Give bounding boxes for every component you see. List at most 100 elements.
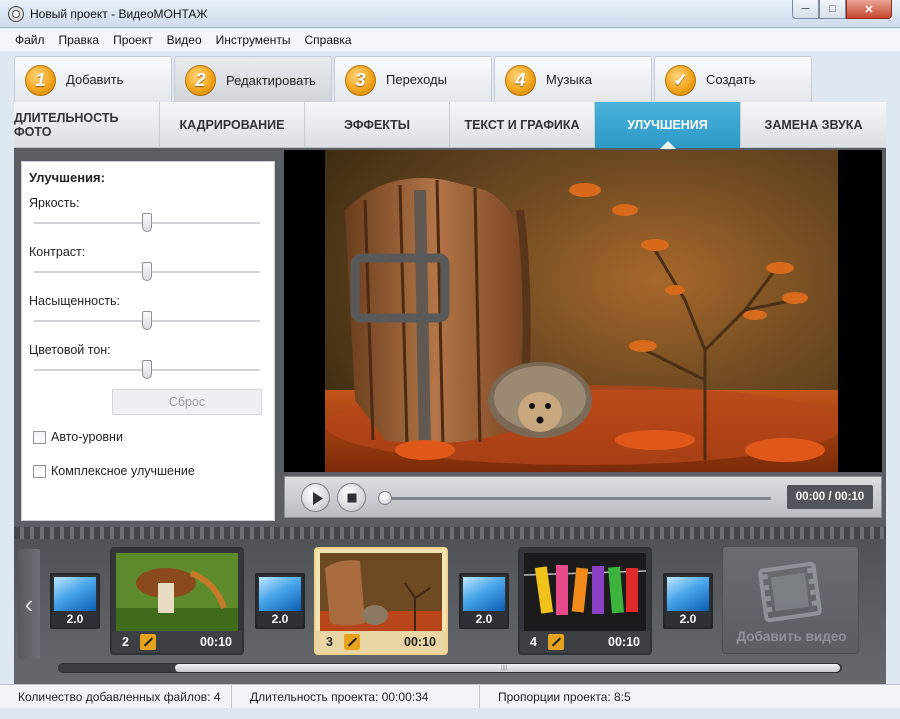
- transition-thumbnail: [463, 577, 505, 611]
- scroll-left-button[interactable]: ‹: [18, 549, 40, 659]
- step-add[interactable]: 1 Добавить: [14, 56, 172, 102]
- step-tabs: 1 Добавить 2 Редактировать 3 Переходы 4 …: [14, 56, 814, 104]
- progress-bar[interactable]: [385, 497, 771, 500]
- stop-button[interactable]: [337, 483, 366, 512]
- brightness-label: Яркость:: [29, 196, 80, 210]
- player-controls: 00:00 / 00:10: [284, 476, 882, 518]
- menu-tools[interactable]: Инструменты: [209, 33, 298, 47]
- clip-item[interactable]: 2 00:10: [110, 547, 244, 655]
- tab-enhancements[interactable]: УЛУЧШЕНИЯ: [595, 102, 741, 149]
- saturation-label: Насыщенность:: [29, 294, 121, 308]
- complex-enhance-checkbox[interactable]: [33, 465, 46, 478]
- add-video-label: Добавить видео: [736, 629, 847, 644]
- step-music[interactable]: 4 Музыка: [494, 56, 652, 102]
- progress-knob[interactable]: [378, 491, 392, 505]
- step-number-badge: 1: [25, 65, 56, 96]
- scrollbar-thumb[interactable]: ||||: [175, 664, 840, 672]
- enhancements-panel: Улучшения: Яркость: Контраст: Насыщеннос…: [21, 161, 275, 521]
- step-edit[interactable]: 2 Редактировать: [174, 56, 332, 104]
- title-bar: Новый проект - ВидеоМОНТАЖ ─ □ ✕: [0, 0, 900, 28]
- minimize-button[interactable]: ─: [792, 0, 819, 19]
- step-transitions[interactable]: 3 Переходы: [334, 56, 492, 102]
- timecode: 00:00 / 00:10: [787, 485, 873, 509]
- contrast-slider-thumb[interactable]: [142, 262, 152, 281]
- step-create[interactable]: ✓ Создать: [654, 56, 812, 102]
- transition-item[interactable]: 2.0: [663, 573, 713, 629]
- clip-item-selected[interactable]: 3 00:10: [314, 547, 448, 655]
- status-file-count: Количество добавленных файлов: 4: [0, 684, 232, 709]
- tab-photo-duration[interactable]: ДЛИТЕЛЬНОСТЬ ФОТО: [14, 102, 160, 148]
- transition-duration: 2.0: [679, 612, 697, 626]
- clip-duration: 00:10: [200, 635, 232, 649]
- auto-levels-label[interactable]: Авто-уровни: [51, 430, 123, 444]
- edit-subtabs: ДЛИТЕЛЬНОСТЬ ФОТО КАДРИРОВАНИЕ ЭФФЕКТЫ Т…: [14, 102, 886, 149]
- editor-area: ДЛИТЕЛЬНОСТЬ ФОТО КАДРИРОВАНИЕ ЭФФЕКТЫ Т…: [14, 102, 886, 684]
- tab-crop[interactable]: КАДРИРОВАНИЕ: [160, 102, 305, 148]
- chevron-left-icon: ‹: [24, 588, 34, 619]
- transition-thumbnail: [259, 577, 301, 611]
- tab-effects[interactable]: ЭФФЕКТЫ: [305, 102, 450, 148]
- grip-icon: ||||: [501, 665, 508, 671]
- transition-thumbnail: [54, 577, 96, 611]
- transition-item[interactable]: 2.0: [255, 573, 305, 629]
- saturation-slider-thumb[interactable]: [142, 311, 152, 330]
- menu-bar: Файл Правка Проект Видео Инструменты Спр…: [0, 29, 900, 51]
- video-preview: [284, 150, 882, 472]
- maximize-button[interactable]: □: [819, 0, 846, 19]
- status-project-duration: Длительность проекта: 00:00:34: [232, 684, 480, 709]
- film-strip-edge: [14, 527, 886, 539]
- play-button[interactable]: [301, 483, 330, 512]
- pencil-icon[interactable]: [344, 634, 360, 650]
- menu-video[interactable]: Видео: [160, 33, 209, 47]
- checkmark-icon: ✓: [665, 65, 696, 96]
- step-number-badge: 2: [185, 65, 216, 96]
- step-label: Добавить: [66, 72, 124, 87]
- clip-duration: 00:10: [404, 635, 436, 649]
- pencil-icon[interactable]: [140, 634, 156, 650]
- close-button[interactable]: ✕: [846, 0, 892, 19]
- clip-number: 2: [122, 635, 129, 649]
- contrast-label: Контраст:: [29, 245, 86, 259]
- hue-slider-thumb[interactable]: [142, 360, 152, 379]
- film-icon: [758, 561, 822, 623]
- menu-file[interactable]: Файл: [8, 33, 52, 47]
- status-bar: Количество добавленных файлов: 4 Длитель…: [0, 684, 900, 709]
- transition-duration: 2.0: [271, 612, 289, 626]
- step-label: Музыка: [546, 72, 592, 87]
- transition-item[interactable]: 2.0: [50, 573, 100, 629]
- reset-button[interactable]: Сброс: [112, 389, 262, 415]
- clip-number: 3: [326, 635, 333, 649]
- menu-help[interactable]: Справка: [297, 33, 358, 47]
- step-label: Переходы: [386, 72, 447, 87]
- step-number-badge: 3: [345, 65, 376, 96]
- brightness-slider-thumb[interactable]: [142, 213, 152, 232]
- play-icon: [313, 492, 323, 505]
- tab-text-graphics[interactable]: ТЕКСТ И ГРАФИКА: [450, 102, 595, 148]
- clip-item[interactable]: 4 00:10: [518, 547, 652, 655]
- clip-thumbnail: [320, 553, 442, 633]
- transition-item[interactable]: 2.0: [459, 573, 509, 629]
- window-bottom-edge: [0, 708, 900, 719]
- timeline-scrollbar[interactable]: ||||: [58, 663, 842, 673]
- step-number-badge: 4: [505, 65, 536, 96]
- preview-image: [325, 150, 838, 472]
- step-label: Создать: [706, 72, 756, 87]
- app-icon: [8, 6, 24, 22]
- add-video-button[interactable]: Добавить видео: [722, 546, 859, 654]
- clip-thumbnail: [524, 553, 646, 633]
- stop-icon: [347, 493, 357, 503]
- transition-thumbnail: [667, 577, 709, 611]
- window-title: Новый проект - ВидеоМОНТАЖ: [30, 7, 208, 21]
- clip-number: 4: [530, 635, 537, 649]
- complex-enhance-label[interactable]: Комплексное улучшение: [51, 464, 195, 478]
- tab-replace-sound[interactable]: ЗАМЕНА ЗВУКА: [741, 102, 886, 148]
- clip-info-bar: 2 00:10: [112, 631, 242, 653]
- transition-duration: 2.0: [475, 612, 493, 626]
- menu-project[interactable]: Проект: [106, 33, 160, 47]
- pencil-icon[interactable]: [548, 634, 564, 650]
- menu-edit[interactable]: Правка: [52, 33, 107, 47]
- timeline: ‹ 2.0 2 00:10 2.0 3 00:10 2.0 4 00:10 2.…: [14, 527, 886, 684]
- clip-info-bar: 3 00:10: [316, 631, 446, 653]
- auto-levels-checkbox[interactable]: [33, 431, 46, 444]
- window-controls: ─ □ ✕: [792, 0, 892, 20]
